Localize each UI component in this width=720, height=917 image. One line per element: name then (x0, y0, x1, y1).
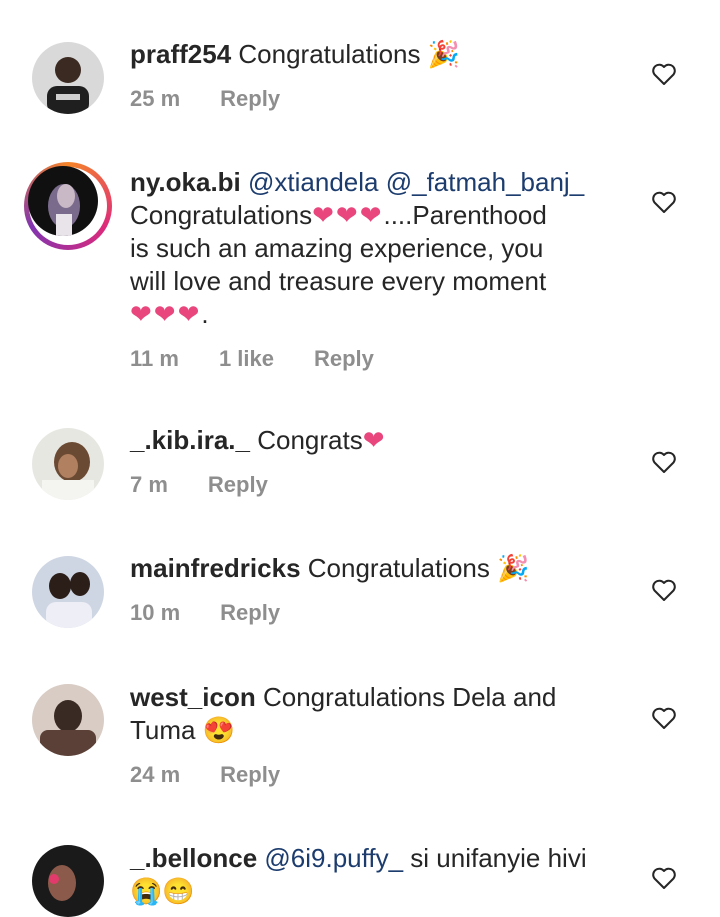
comment-body-line: is such an amazing experience, you (130, 233, 544, 263)
comment-body-line: Tuma (130, 715, 196, 745)
avatar-image (28, 166, 98, 236)
comment-body-cont: ....Parenthood (383, 200, 547, 230)
comment-meta: 24 m Reply (130, 762, 280, 788)
comment-body: Congratulations (130, 200, 313, 230)
comment-username[interactable]: _.kib.ira._ (130, 425, 250, 455)
reply-button[interactable]: Reply (208, 472, 268, 498)
avatar[interactable] (32, 556, 104, 628)
heart-emoji: ❤❤❤ (312, 200, 384, 230)
reply-button[interactable]: Reply (220, 762, 280, 788)
likes-count[interactable]: 1 like (219, 346, 274, 372)
comment-time: 11 m (130, 346, 179, 371)
mention-link[interactable]: @xtiandela (248, 167, 378, 197)
mention-link[interactable]: @_fatmah_banj_ (386, 167, 584, 197)
avatar-image (32, 428, 104, 500)
like-heart-icon[interactable] (651, 62, 677, 86)
like-heart-icon[interactable] (651, 706, 677, 730)
avatar[interactable] (32, 845, 104, 917)
comment-text: mainfredricks Congratulations 🎉 (130, 552, 630, 585)
comment-time: 10 m (130, 600, 181, 625)
avatar-image (32, 845, 104, 917)
comment-meta: 10 m Reply (130, 600, 280, 626)
comment-meta: 7 m Reply (130, 472, 268, 498)
emoji-line: 😭😁 (130, 876, 195, 906)
reply-button[interactable]: Reply (314, 346, 374, 372)
comment-body: si unifanyie hivi (410, 843, 587, 873)
avatar[interactable] (32, 684, 104, 756)
comment-body: Congratulations (238, 39, 421, 69)
comment-text: west_icon Congratulations Dela and Tuma … (130, 681, 630, 747)
like-heart-icon[interactable] (651, 450, 677, 474)
comment-text: ny.oka.bi @xtiandela @_fatmah_banj_ Cong… (130, 166, 630, 331)
reply-button[interactable]: Reply (220, 86, 280, 112)
mention-link[interactable]: @6i9.puffy_ (264, 843, 403, 873)
comment-username[interactable]: praff254 (130, 39, 231, 69)
comment-text: _.bellonce @6i9.puffy_ si unifanyie hivi… (130, 842, 630, 908)
comment-time: 24 m (130, 762, 181, 787)
heart-emoji: ❤ (362, 425, 387, 455)
comment-meta: 11 m 1 like Reply (130, 346, 374, 372)
comment-text: _.kib.ira._ Congrats❤ (130, 424, 630, 457)
comment-body: Congratulations (307, 553, 490, 583)
comment-username[interactable]: ny.oka.bi (130, 167, 241, 197)
comment-text: praff254 Congratulations 🎉 (130, 38, 630, 71)
comment-username[interactable]: _.bellonce (130, 843, 257, 873)
avatar-image (32, 42, 104, 114)
like-heart-icon[interactable] (651, 190, 677, 214)
comment-meta: 25 m Reply (130, 86, 280, 112)
comment-time: 7 m (130, 472, 168, 497)
comment-body-end: . (201, 299, 209, 329)
comment-username[interactable]: mainfredricks (130, 553, 301, 583)
avatar-story-ring[interactable] (24, 162, 112, 250)
heart-emoji: ❤❤❤ (130, 299, 202, 329)
party-emoji: 🎉 (427, 39, 461, 69)
comment-body-line: will love and treasure every moment (130, 266, 547, 296)
party-emoji: 🎉 (497, 553, 530, 583)
avatar-image (32, 684, 104, 756)
comment-time: 25 m (130, 86, 181, 111)
like-heart-icon[interactable] (651, 866, 677, 890)
heart-eyes-emoji: 😍 (202, 715, 236, 745)
comment-body: Congratulations Dela and (262, 682, 557, 712)
reply-button[interactable]: Reply (220, 600, 280, 626)
avatar-image (32, 556, 104, 628)
like-heart-icon[interactable] (651, 578, 677, 602)
avatar[interactable] (32, 42, 104, 114)
avatar[interactable] (32, 428, 104, 500)
comment-username[interactable]: west_icon (130, 682, 256, 712)
avatar (28, 166, 98, 236)
comment-body: Congrats (257, 425, 363, 455)
